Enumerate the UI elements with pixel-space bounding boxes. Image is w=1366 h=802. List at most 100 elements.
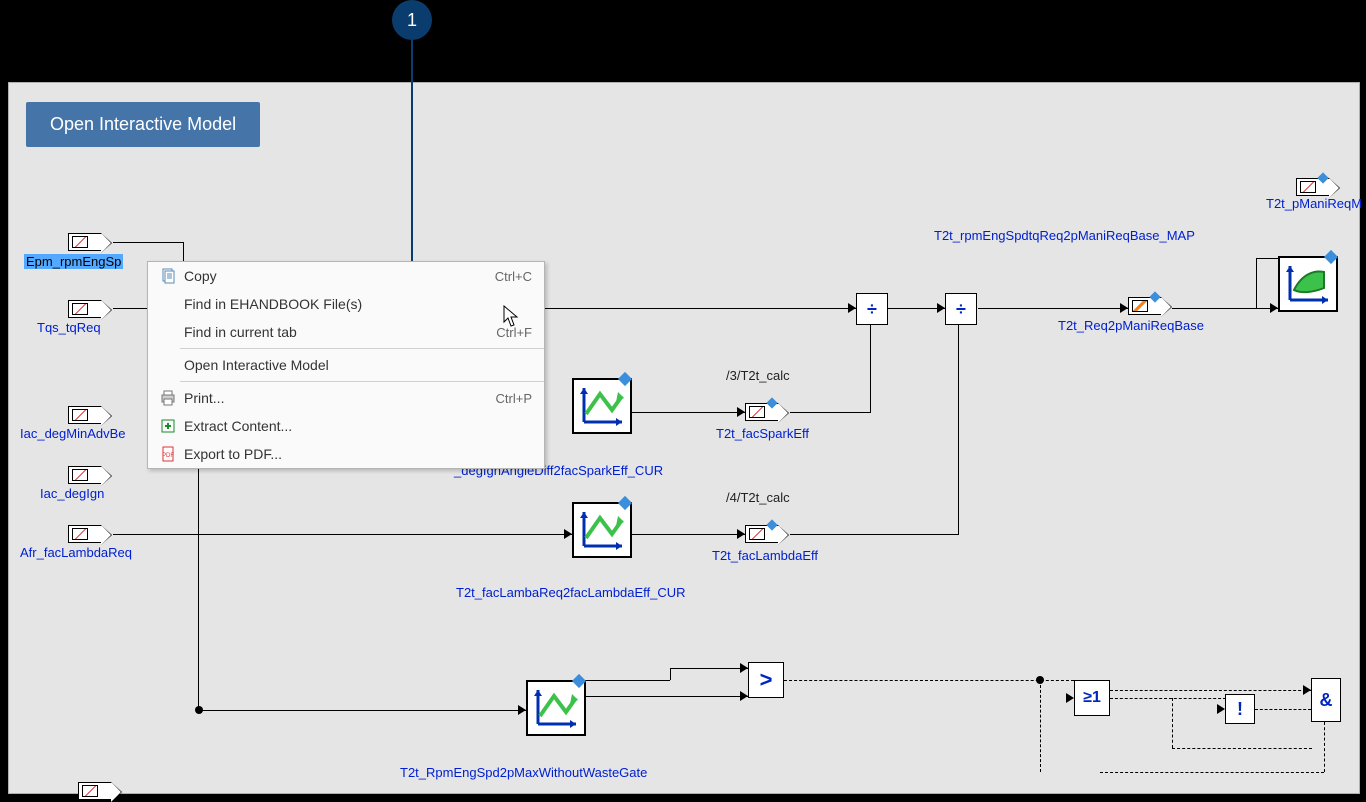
callout-number: 1 [407, 10, 417, 31]
label-iac-ign: Iac_degIgn [40, 486, 104, 501]
port-tqs-tqreq[interactable] [68, 300, 102, 318]
menu-open-model-label: Open Interactive Model [184, 357, 532, 373]
wire [198, 710, 526, 711]
block-cur-wastegate[interactable] [526, 680, 586, 736]
port-t2t-facsparkeff[interactable] [745, 403, 779, 421]
menu-extract-label: Extract Content... [184, 418, 532, 434]
menu-find-current-tab[interactable]: Find in current tab Ctrl+F [148, 318, 544, 346]
blank-icon [156, 323, 180, 341]
blank-icon [156, 295, 180, 313]
arrow [740, 691, 748, 701]
arrow [737, 529, 745, 539]
port-t2t-pmanireqm[interactable] [1296, 178, 1330, 196]
wire-dashed [1110, 698, 1226, 699]
block-cur-lambda[interactable] [572, 502, 632, 558]
context-menu[interactable]: Copy Ctrl+C Find in EHANDBOOK File(s) Fi… [147, 261, 545, 469]
block-map-t2t-rpmengspd[interactable] [1278, 256, 1338, 312]
wire [958, 325, 959, 535]
wire [632, 534, 745, 535]
svg-text:PDF: PDF [162, 453, 174, 459]
menu-print-shortcut: Ctrl+P [496, 391, 532, 406]
arrow [1066, 693, 1074, 703]
menu-find-ehandbook[interactable]: Find in EHANDBOOK File(s) [148, 290, 544, 318]
arrow [1217, 704, 1225, 714]
menu-copy[interactable]: Copy Ctrl+C [148, 262, 544, 290]
label-t2t-req: T2t_Req2pManiReqBase [1058, 318, 1204, 333]
wire [586, 680, 670, 681]
label-t2t-map: T2t_rpmEngSpdtqReq2pManiReqBase_MAP [934, 228, 1195, 243]
label-facspark: T2t_facSparkEff [716, 426, 809, 441]
menu-copy-shortcut: Ctrl+C [495, 269, 532, 284]
wire [790, 534, 958, 535]
arrow [737, 407, 745, 417]
wire-dashed [1040, 680, 1041, 772]
menu-print[interactable]: Print... Ctrl+P [148, 384, 544, 412]
wire-dashed [1172, 748, 1312, 749]
op-greater-than[interactable]: > [748, 662, 784, 698]
label-t2t-pmani: T2t_pManiReqM [1266, 196, 1362, 211]
wire [1256, 258, 1257, 308]
label-waste: T2t_RpmEngSpd2pMaxWithoutWasteGate [400, 765, 647, 780]
wire [632, 412, 745, 413]
port-iac-degign[interactable] [68, 466, 102, 484]
wire [790, 412, 870, 413]
op-divide-1[interactable]: ÷ [856, 293, 888, 325]
open-interactive-model-button[interactable]: Open Interactive Model [26, 102, 260, 147]
wire [670, 668, 748, 669]
wire-dashed [784, 680, 1074, 681]
menu-separator [180, 381, 544, 382]
port-bottom-left[interactable] [78, 782, 112, 800]
label-calc3: /3/T2t_calc [726, 368, 790, 383]
copy-icon [156, 267, 180, 285]
blank-icon [156, 356, 180, 374]
junction-dot [195, 706, 203, 714]
arrow [937, 303, 945, 313]
wire-dashed [1255, 709, 1311, 710]
junction-dot [1036, 676, 1044, 684]
menu-export-pdf-label: Export to PDF... [184, 446, 532, 462]
wire [978, 308, 1128, 309]
port-iac-degminadv[interactable] [68, 406, 102, 424]
arrow [518, 705, 526, 715]
wire [870, 325, 871, 413]
arrow [564, 529, 572, 539]
label-iac-adv: Iac_degMinAdvBe [20, 426, 126, 441]
wire [1256, 258, 1279, 259]
op-ge1[interactable]: ≥1 [1074, 680, 1110, 716]
arrow [1270, 303, 1278, 313]
wire-dashed [1172, 698, 1173, 748]
label-tqs: Tqs_tqReq [37, 320, 101, 335]
wire [113, 242, 183, 243]
port-afr-faclambdareq[interactable] [68, 525, 102, 543]
label-faclambda: T2t_facLambdaEff [712, 548, 818, 563]
wire [670, 668, 671, 680]
wire-dashed [1100, 772, 1324, 773]
menu-extract-content[interactable]: Extract Content... [148, 412, 544, 440]
menu-find-tab-label: Find in current tab [184, 324, 496, 340]
arrow [1303, 685, 1311, 695]
menu-export-pdf[interactable]: PDF Export to PDF... [148, 440, 544, 468]
wire-dashed [1324, 722, 1325, 772]
wire [1172, 308, 1279, 309]
callout-badge: 1 [392, 0, 432, 40]
menu-copy-label: Copy [184, 268, 495, 284]
label-afr: Afr_facLambdaReq [20, 545, 132, 560]
extract-icon [156, 417, 180, 435]
op-divide-2[interactable]: ÷ [945, 293, 977, 325]
port-t2t-faclambdaeff[interactable] [745, 525, 779, 543]
op-and[interactable]: & [1311, 678, 1341, 722]
arrow [740, 663, 748, 673]
menu-open-interactive-model[interactable]: Open Interactive Model [148, 351, 544, 379]
label-lambda-cur: T2t_facLambaReq2facLambdaEff_CUR [456, 585, 686, 600]
menu-separator [180, 348, 544, 349]
pdf-icon: PDF [156, 445, 180, 463]
block-cur-spark[interactable] [572, 378, 632, 434]
label-calc4: /4/T2t_calc [726, 490, 790, 505]
port-epm-rpmengsp[interactable] [68, 233, 102, 251]
wire [586, 696, 748, 697]
port-t2t-req2pmanireqbase[interactable] [1128, 297, 1162, 315]
menu-print-label: Print... [184, 390, 496, 406]
op-not[interactable]: ! [1225, 694, 1255, 724]
wire [113, 534, 572, 535]
wire-dashed [1110, 690, 1311, 691]
